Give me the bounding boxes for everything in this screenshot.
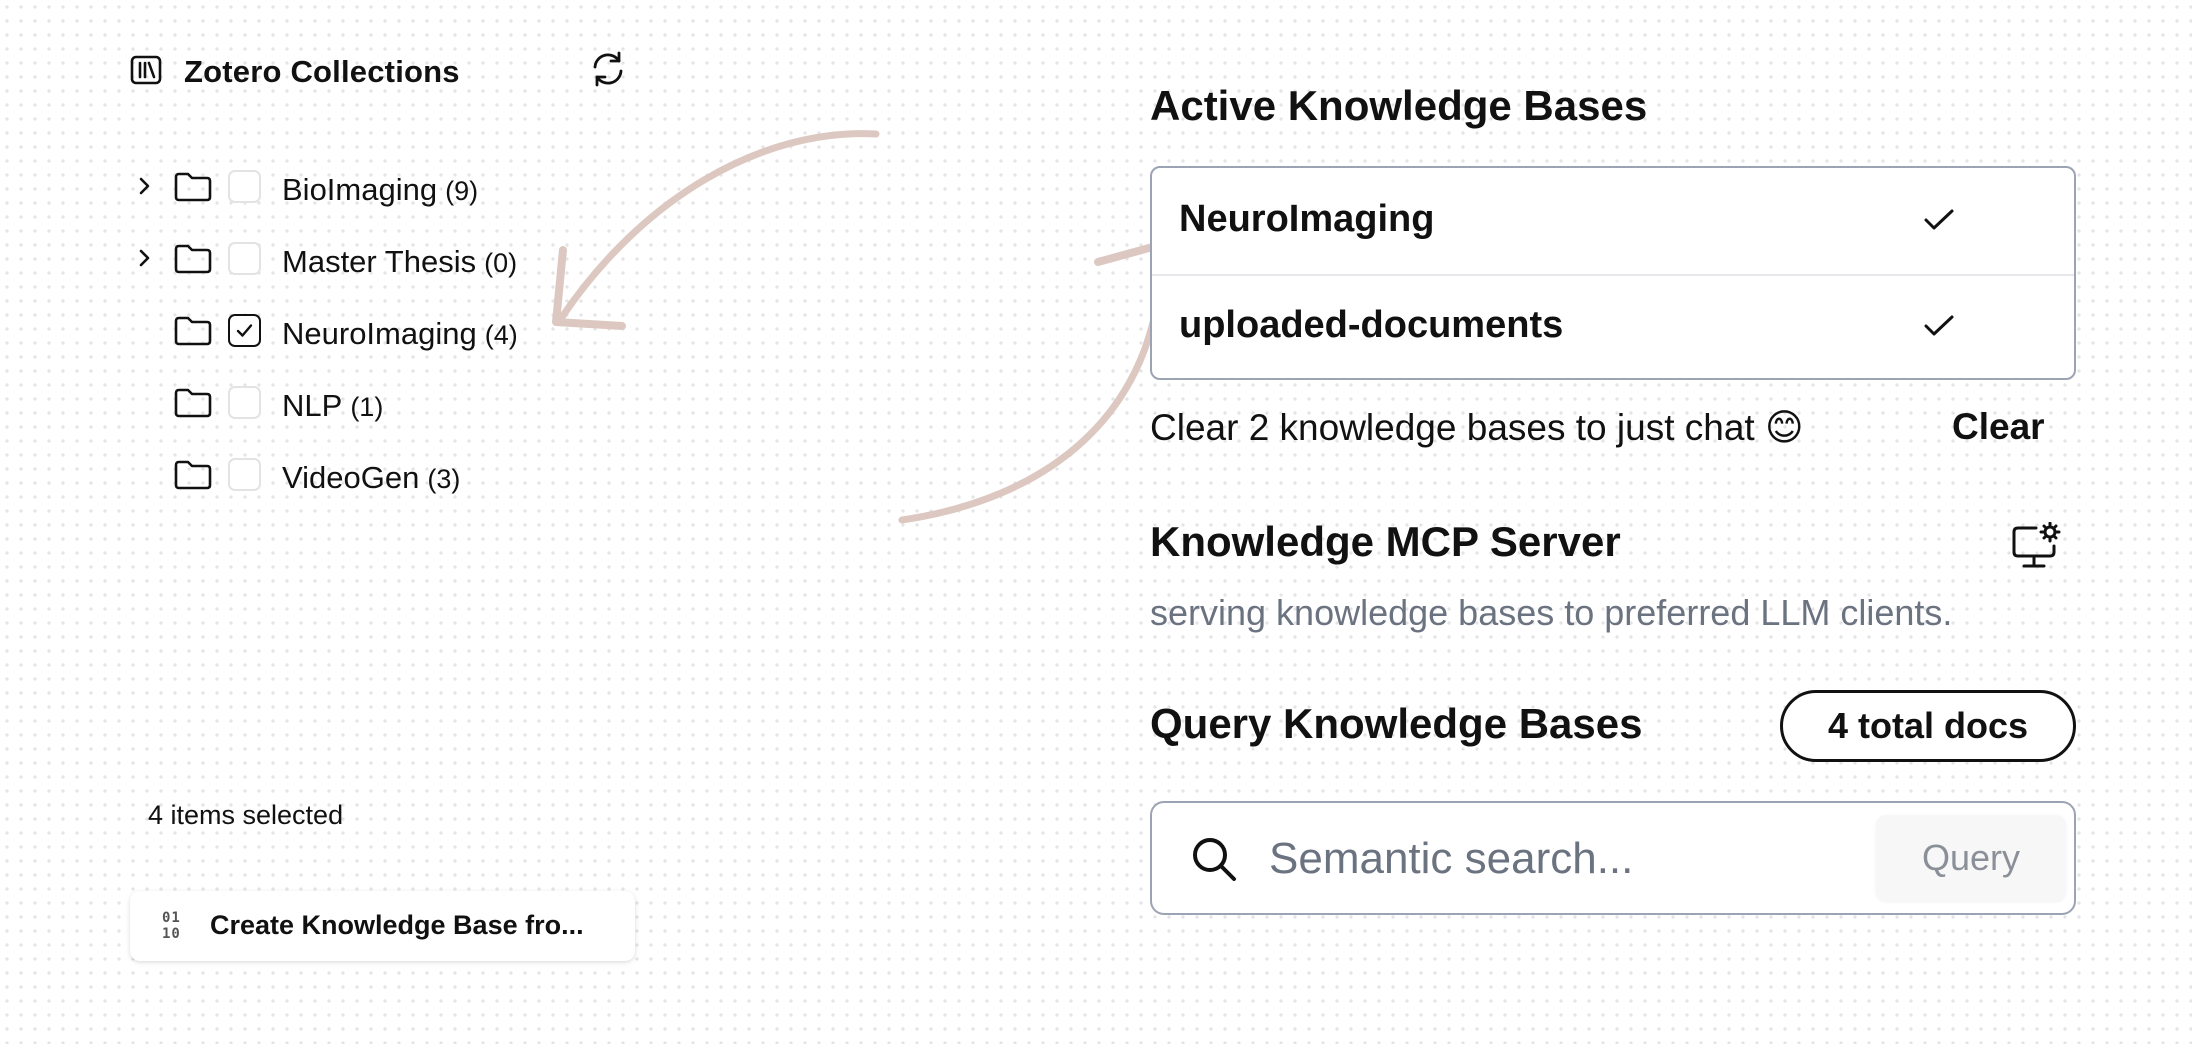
folder-icon [174, 460, 212, 490]
active-knowledge-bases-title: Active Knowledge Bases [1150, 82, 1648, 129]
folder-icon [174, 388, 212, 418]
collection-checkbox[interactable] [228, 242, 261, 275]
collection-row[interactable]: Master Thesis (0) [130, 234, 650, 290]
collections-header: Zotero Collections [130, 48, 630, 96]
collection-checkbox[interactable] [228, 314, 261, 347]
selection-count: 4 items selected [148, 800, 344, 830]
clear-knowledge-bases-text: Clear 2 knowledge bases to just chat 😊 [1150, 407, 1804, 448]
collection-checkbox[interactable] [228, 170, 261, 203]
create-knowledge-base-button[interactable]: 01 10 Create Knowledge Base fro... [130, 891, 635, 961]
knowledge-base-item[interactable]: NeuroImaging [1152, 168, 2074, 276]
clear-button[interactable]: Clear [1952, 406, 2045, 448]
check-icon [1922, 206, 1956, 234]
create-knowledge-base-label: Create Knowledge Base fro... [210, 910, 584, 940]
mcp-server-subtitle: serving knowledge bases to preferred LLM… [1150, 592, 1953, 633]
mcp-server-title: Knowledge MCP Server [1150, 518, 1621, 565]
knowledge-base-name: uploaded-documents [1179, 304, 1564, 346]
collection-row[interactable]: VideoGen (3) [130, 450, 650, 506]
collection-count: (0) [484, 248, 518, 278]
folder-icon [174, 244, 212, 274]
collection-row[interactable]: NLP (1) [130, 378, 650, 434]
refresh-icon[interactable] [590, 50, 626, 88]
collections-title: Zotero Collections [184, 54, 460, 89]
folder-icon [174, 316, 212, 346]
collection-label: VideoGen (3) [282, 460, 461, 495]
semantic-search-box: Query [1150, 801, 2076, 915]
knowledge-base-name: NeuroImaging [1179, 198, 1435, 240]
active-knowledge-base-list: NeuroImaging uploaded-documents [1150, 166, 2076, 380]
collection-count: (9) [445, 176, 479, 206]
collection-checkbox[interactable] [228, 458, 261, 491]
collection-count: (1) [350, 392, 384, 422]
semantic-search-input[interactable] [1267, 825, 1871, 893]
checkmark-icon [236, 324, 253, 337]
knowledge-base-item[interactable]: uploaded-documents [1152, 274, 2074, 378]
folder-icon [174, 172, 212, 202]
chevron-right-icon[interactable] [136, 174, 154, 198]
binary-icon: 01 10 [162, 910, 181, 942]
collection-row[interactable]: NeuroImaging (4) [130, 306, 650, 362]
check-icon [1922, 312, 1956, 340]
monitor-gear-icon[interactable] [2010, 522, 2062, 570]
query-button[interactable]: Query [1876, 815, 2066, 901]
chevron-right-icon[interactable] [136, 246, 154, 270]
total-docs-badge: 4 total docs [1780, 690, 2076, 762]
collection-label: NeuroImaging (4) [282, 316, 518, 351]
library-icon [130, 55, 162, 85]
collection-row[interactable]: BioImaging (9) [130, 162, 650, 218]
query-knowledge-bases-title: Query Knowledge Bases [1150, 700, 1643, 747]
collection-count: (3) [427, 464, 461, 494]
collection-label: BioImaging (9) [282, 172, 479, 207]
collection-count: (4) [484, 320, 518, 350]
search-icon [1190, 835, 1238, 883]
collection-checkbox[interactable] [228, 386, 261, 419]
collection-label: NLP (1) [282, 388, 384, 423]
collection-label: Master Thesis (0) [282, 244, 518, 279]
